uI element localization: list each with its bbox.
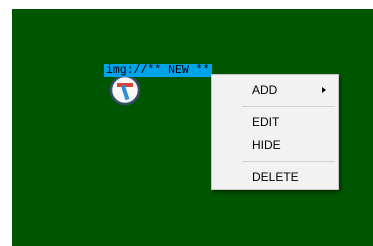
context-menu: ADD EDIT HIDE DELETE [211,74,339,190]
menu-item-add-label: ADD [252,83,278,97]
menu-separator [242,106,335,107]
shortcut-label[interactable]: img://** NEW ** [104,64,212,77]
menu-separator [242,161,335,162]
menu-item-hide-label: HIDE [252,138,281,152]
menu-item-delete[interactable]: DELETE [212,166,338,188]
menu-item-edit[interactable]: EDIT [212,111,338,133]
menu-item-edit-label: EDIT [252,115,280,129]
desktop[interactable]: img://** NEW ** ADD EDIT HIDE DELETE [12,9,373,246]
menu-item-hide[interactable]: HIDE [212,134,338,156]
menu-item-delete-label: DELETE [252,170,299,184]
menu-item-add[interactable]: ADD [212,79,338,101]
submenu-arrow-icon [322,87,326,93]
tool-icon[interactable] [107,74,143,106]
